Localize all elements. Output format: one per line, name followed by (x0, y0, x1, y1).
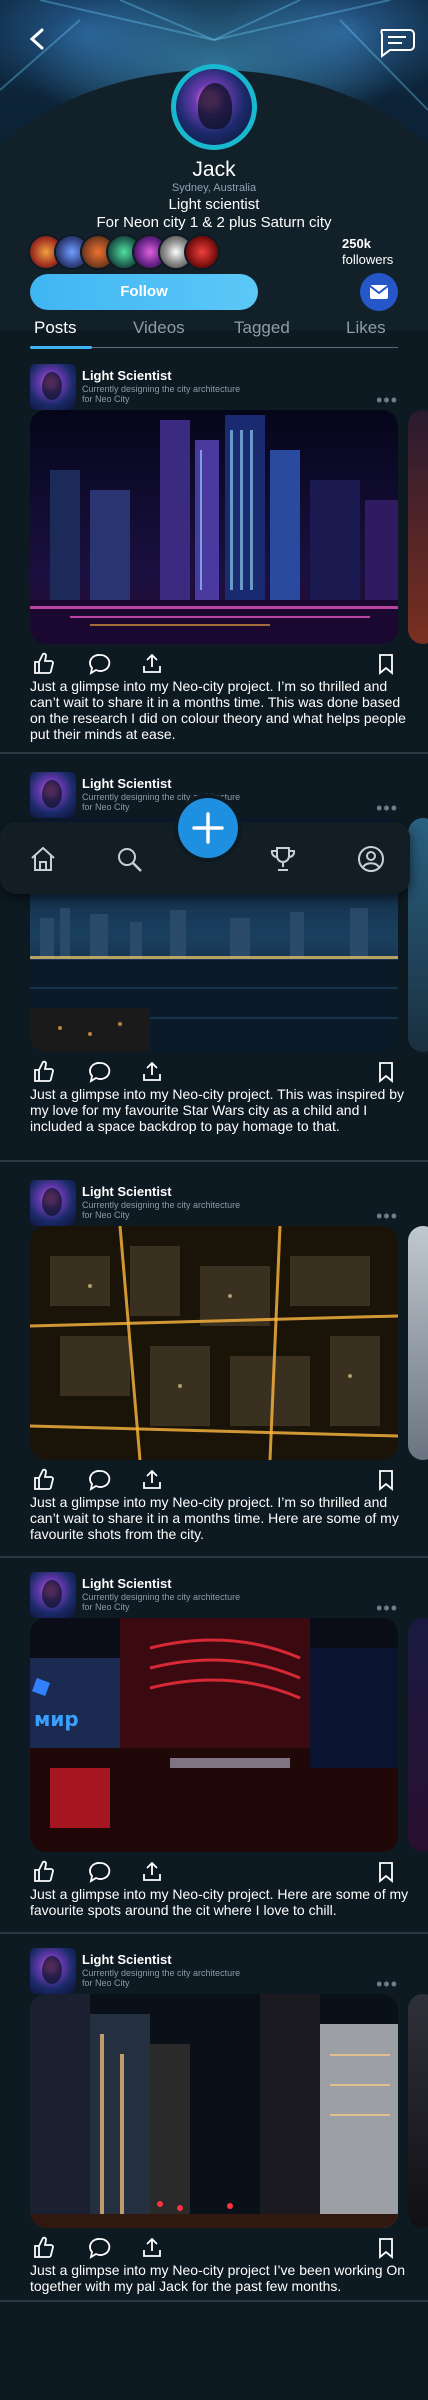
chat-bubble-icon (380, 29, 415, 58)
neon-sign-text: мир (34, 1707, 79, 1731)
post-author-subtitle: Currently designing the city architectur… (82, 1968, 241, 1988)
followers-count: 250k followers (342, 236, 422, 268)
bookmark-icon[interactable] (374, 1468, 398, 1492)
envelope-icon (369, 285, 389, 299)
profile-avatar[interactable] (171, 64, 257, 150)
share-icon[interactable] (140, 1060, 164, 1084)
tab-tagged[interactable]: Tagged (234, 318, 290, 338)
chevron-left-icon (29, 28, 44, 50)
friend-avatar (184, 234, 220, 270)
post-actions (30, 1468, 400, 1492)
post-author-name[interactable]: Light Scientist (82, 1184, 172, 1199)
post-author-name[interactable]: Light Scientist (82, 368, 172, 383)
post-author-avatar[interactable] (30, 364, 76, 410)
bookmark-icon[interactable] (374, 652, 398, 676)
home-icon[interactable] (28, 844, 58, 874)
message-button[interactable] (360, 273, 398, 311)
post-image[interactable]: мир (30, 1618, 398, 1852)
post-author-avatar[interactable] (30, 1180, 76, 1226)
share-icon[interactable] (140, 1468, 164, 1492)
thumbs-up-icon[interactable] (32, 1468, 56, 1492)
comment-icon[interactable] (88, 1468, 112, 1492)
bookmark-icon[interactable] (374, 1060, 398, 1084)
next-image-peek[interactable] (408, 1618, 428, 1852)
plus-icon (192, 812, 224, 844)
next-image-peek[interactable] (408, 410, 428, 644)
post-author-subtitle: Currently designing the city architectur… (82, 1200, 241, 1220)
share-icon[interactable] (140, 2236, 164, 2260)
post-author-avatar[interactable] (30, 1572, 76, 1618)
search-icon[interactable] (114, 844, 144, 874)
post-author-name[interactable]: Light Scientist (82, 1576, 172, 1591)
night-street-image (30, 1994, 398, 2228)
post-actions (30, 2236, 400, 2260)
post-caption: Just a glimpse into my Neo-city project.… (30, 1886, 409, 1918)
post-caption: Just a glimpse into my Neo-city project … (30, 2262, 406, 2294)
post-author-avatar[interactable] (30, 772, 76, 818)
avatar-image (176, 69, 252, 145)
post-author-name[interactable]: Light Scientist (82, 1952, 172, 1967)
profile-location: Sydney, Australia (171, 182, 257, 194)
post-card: Light Scientist Currently designing the … (0, 1172, 428, 1558)
post-card: Light Scientist Currently designing the … (0, 356, 428, 754)
trophy-icon[interactable] (268, 844, 298, 874)
bookmark-icon[interactable] (374, 2236, 398, 2260)
post-actions (30, 1060, 400, 1084)
profile-bio-line1: Light scientist (168, 196, 260, 213)
post-more-button[interactable]: ••• (376, 390, 398, 411)
post-author-name[interactable]: Light Scientist (82, 776, 172, 791)
tab-posts[interactable]: Posts (34, 318, 77, 338)
post-more-button[interactable]: ••• (376, 798, 398, 819)
followers-label: followers (342, 252, 394, 267)
thumbs-up-icon[interactable] (32, 2236, 56, 2260)
thumbs-up-icon[interactable] (32, 652, 56, 676)
thumbs-up-icon[interactable] (32, 1860, 56, 1884)
post-author-subtitle: Currently designing the city architectur… (82, 1592, 241, 1612)
post-author-subtitle: Currently designing the city architectur… (82, 384, 241, 404)
comment-icon[interactable] (88, 2236, 112, 2260)
red-neon-street-image: мир (30, 1618, 398, 1852)
next-image-peek[interactable] (408, 1994, 428, 2228)
post-image[interactable] (30, 410, 398, 644)
thumbs-up-icon[interactable] (32, 1060, 56, 1084)
post-more-button[interactable]: ••• (376, 1598, 398, 1619)
neon-skyline-image (30, 410, 398, 644)
post-image[interactable] (30, 1994, 398, 2228)
aerial-city-image (30, 1226, 398, 1460)
add-post-button[interactable] (178, 798, 238, 858)
share-icon[interactable] (140, 652, 164, 676)
profile-name: Jack (192, 158, 236, 181)
next-image-peek[interactable] (408, 818, 428, 1052)
back-button[interactable] (22, 24, 52, 54)
next-image-peek[interactable] (408, 1226, 428, 1460)
post-image[interactable] (30, 1226, 398, 1460)
post-caption: Just a glimpse into my Neo-city project.… (30, 1494, 399, 1542)
bookmark-icon[interactable] (374, 1860, 398, 1884)
post-actions (30, 1860, 400, 1884)
post-card: Light Scientist Currently designing the … (0, 1564, 428, 1934)
chat-button[interactable] (376, 24, 416, 58)
comment-icon[interactable] (88, 652, 112, 676)
comment-icon[interactable] (88, 1060, 112, 1084)
comment-icon[interactable] (88, 1860, 112, 1884)
mutual-friends-avatars[interactable] (28, 234, 228, 270)
share-icon[interactable] (140, 1860, 164, 1884)
profile-bio-line2: For Neon city 1 & 2 plus Saturn city (96, 214, 332, 231)
tab-likes[interactable]: Likes (346, 318, 386, 338)
post-author-avatar[interactable] (30, 1948, 76, 1994)
post-actions (30, 652, 400, 676)
post-more-button[interactable]: ••• (376, 1206, 398, 1227)
follow-button[interactable]: Follow (30, 274, 258, 310)
profile-tabs: Posts Videos Tagged Likes (0, 318, 428, 350)
post-more-button[interactable]: ••• (376, 1974, 398, 1995)
active-tab-indicator (30, 346, 92, 349)
post-caption: Just a glimpse into my Neo-city project.… (30, 678, 406, 742)
post-card: Light Scientist Currently designing the … (0, 1940, 428, 2302)
tab-videos[interactable]: Videos (133, 318, 185, 338)
followers-number: 250k (342, 236, 371, 251)
user-icon[interactable] (356, 844, 386, 874)
post-caption: Just a glimpse into my Neo-city project.… (30, 1086, 404, 1134)
